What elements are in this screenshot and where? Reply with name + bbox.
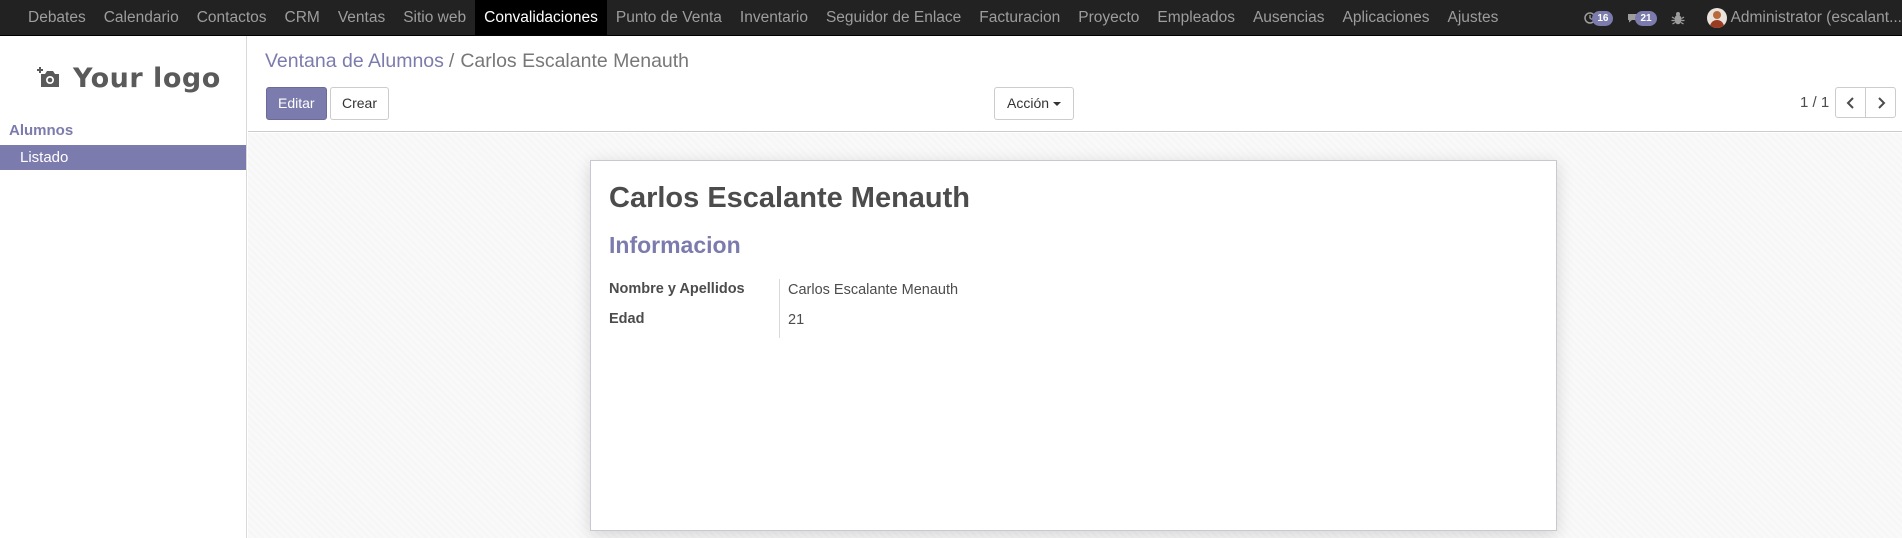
menu-item-facturacion[interactable]: Facturacion <box>970 0 1069 36</box>
menu-item-calendario[interactable]: Calendario <box>95 0 188 36</box>
create-button[interactable]: Crear <box>330 87 390 120</box>
menu-item-debates[interactable]: Debates <box>19 0 95 36</box>
breadcrumb-parent-link[interactable]: Ventana de Alumnos <box>265 50 444 72</box>
user-name: Administrator (escalant... <box>1730 9 1902 26</box>
company-logo[interactable]: Your logo <box>37 60 221 96</box>
menu-item-convalidaciones[interactable]: Convalidaciones <box>475 0 607 36</box>
menu-item-empleados[interactable]: Empleados <box>1148 0 1244 36</box>
bug-icon[interactable] <box>1671 11 1685 26</box>
breadcrumb: Ventana de Alumnos / Carlos Escalante Mena… <box>265 50 689 73</box>
field-divider <box>779 279 780 338</box>
activities-badge: 16 <box>1592 10 1614 26</box>
user-menu[interactable]: Administrator (escalant... <box>1706 8 1902 28</box>
pager-previous-button[interactable] <box>1835 87 1866 118</box>
sidebar: Your logo Alumnos Listado <box>0 36 247 538</box>
field-label-nombre: Nombre y Apellidos <box>609 281 745 297</box>
avatar <box>1706 8 1727 28</box>
menu-item-contactos[interactable]: Contactos <box>188 0 276 36</box>
sidebar-section-alumnos: Alumnos <box>9 122 74 139</box>
action-label: Acción <box>1007 95 1050 111</box>
messages-badge: 21 <box>1635 10 1657 26</box>
menu-item-proyecto[interactable]: Proyecto <box>1069 0 1148 36</box>
pager-next-button[interactable] <box>1865 87 1896 118</box>
menu-item-inventario[interactable]: Inventario <box>731 0 817 36</box>
record-title: Carlos Escalante Menauth <box>609 182 970 214</box>
messages-button[interactable]: 21 <box>1627 10 1657 26</box>
menu-item-ausencias[interactable]: Ausencias <box>1244 0 1334 36</box>
sidebar-item-listado[interactable]: Listado <box>0 145 246 170</box>
app-menu: Debates Calendario Contactos CRM Ventas … <box>19 0 1507 36</box>
systray: 16 21 Administrator (escalant... <box>1584 0 1902 36</box>
field-value-edad: 21 <box>788 312 805 328</box>
camera-plus-icon <box>37 66 63 90</box>
menu-item-punto-de-venta[interactable]: Punto de Venta <box>607 0 731 36</box>
chevron-left-icon <box>1846 96 1856 109</box>
menu-item-crm[interactable]: CRM <box>276 0 329 36</box>
breadcrumb-current: Carlos Escalante Menauth <box>460 50 690 72</box>
action-dropdown-button[interactable]: Acción <box>994 87 1075 120</box>
control-panel: Ventana de Alumnos / Carlos Escalante Mena… <box>248 36 1902 132</box>
logo-text: Your logo <box>73 62 221 94</box>
menu-item-sitio-web[interactable]: Sitio web <box>394 0 475 36</box>
field-label-edad: Edad <box>609 311 645 327</box>
menu-item-aplicaciones[interactable]: Aplicaciones <box>1333 0 1438 36</box>
activities-button[interactable]: 16 <box>1584 10 1614 26</box>
pager-value[interactable]: 1 / 1 <box>1800 87 1829 118</box>
menu-item-ventas[interactable]: Ventas <box>329 0 394 36</box>
edit-button[interactable]: Editar <box>266 87 327 120</box>
chevron-right-icon <box>1876 96 1886 109</box>
caret-down-icon <box>1053 102 1062 107</box>
breadcrumb-separator: / <box>448 50 455 72</box>
section-title: Informacion <box>609 232 741 258</box>
menu-item-seguidor-de-enlace[interactable]: Seguidor de Enlace <box>817 0 970 36</box>
form-sheet: Carlos Escalante Menauth Informacion Nom… <box>590 160 1557 531</box>
top-navbar: Debates Calendario Contactos CRM Ventas … <box>0 0 1902 36</box>
menu-item-ajustes[interactable]: Ajustes <box>1439 0 1508 36</box>
field-value-nombre: Carlos Escalante Menauth <box>788 282 959 298</box>
